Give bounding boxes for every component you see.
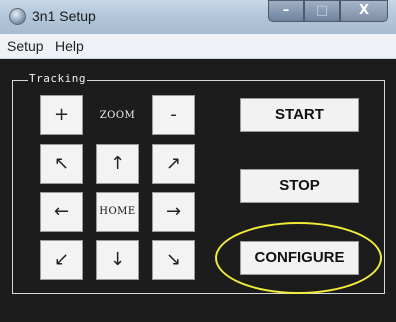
menu-setup[interactable]: Setup xyxy=(7,38,44,54)
configure-highlight-ellipse xyxy=(215,222,382,294)
pan-left-button[interactable]: ← xyxy=(40,192,83,232)
window-controls: – □ X xyxy=(262,0,396,24)
arrow-down-left-icon: ↙ xyxy=(53,249,70,270)
zoom-out-button[interactable]: - xyxy=(152,95,195,135)
start-button[interactable]: START xyxy=(240,98,359,132)
app-icon xyxy=(9,8,26,25)
arrow-up-left-icon: ↖ xyxy=(53,153,70,174)
arrow-down-icon: ↓ xyxy=(109,249,126,270)
title-bar[interactable]: 3n1 Setup – □ X xyxy=(0,0,396,34)
stop-button[interactable]: STOP xyxy=(240,169,359,203)
maximize-button[interactable]: □ xyxy=(304,0,340,22)
pan-up-right-button[interactable]: ↗ xyxy=(152,144,195,184)
pan-down-button[interactable]: ↓ xyxy=(96,240,139,280)
home-button[interactable]: HOME xyxy=(96,192,139,232)
window-title: 3n1 Setup xyxy=(32,8,96,24)
pan-right-button[interactable]: → xyxy=(152,192,195,232)
pan-down-left-button[interactable]: ↙ xyxy=(40,240,83,280)
close-button[interactable]: X xyxy=(340,0,388,22)
app-window: 3n1 Setup – □ X Setup Help Tracking + ZO… xyxy=(0,0,396,322)
arrow-left-icon: ← xyxy=(53,201,70,222)
arrow-up-right-icon: ↗ xyxy=(165,153,182,174)
menu-bar: Setup Help xyxy=(0,34,396,59)
arrow-down-right-icon: ↘ xyxy=(165,249,182,270)
pan-up-button[interactable]: ↑ xyxy=(96,144,139,184)
tracking-group-label: Tracking xyxy=(28,72,87,85)
pan-up-left-button[interactable]: ↖ xyxy=(40,144,83,184)
minimize-button[interactable]: – xyxy=(268,0,304,22)
arrow-up-icon: ↑ xyxy=(109,153,126,174)
arrow-right-icon: → xyxy=(165,201,182,222)
zoom-in-button[interactable]: + xyxy=(40,95,83,135)
zoom-label: ZOOM xyxy=(99,110,136,121)
menu-help[interactable]: Help xyxy=(55,38,84,54)
pan-down-right-button[interactable]: ↘ xyxy=(152,240,195,280)
